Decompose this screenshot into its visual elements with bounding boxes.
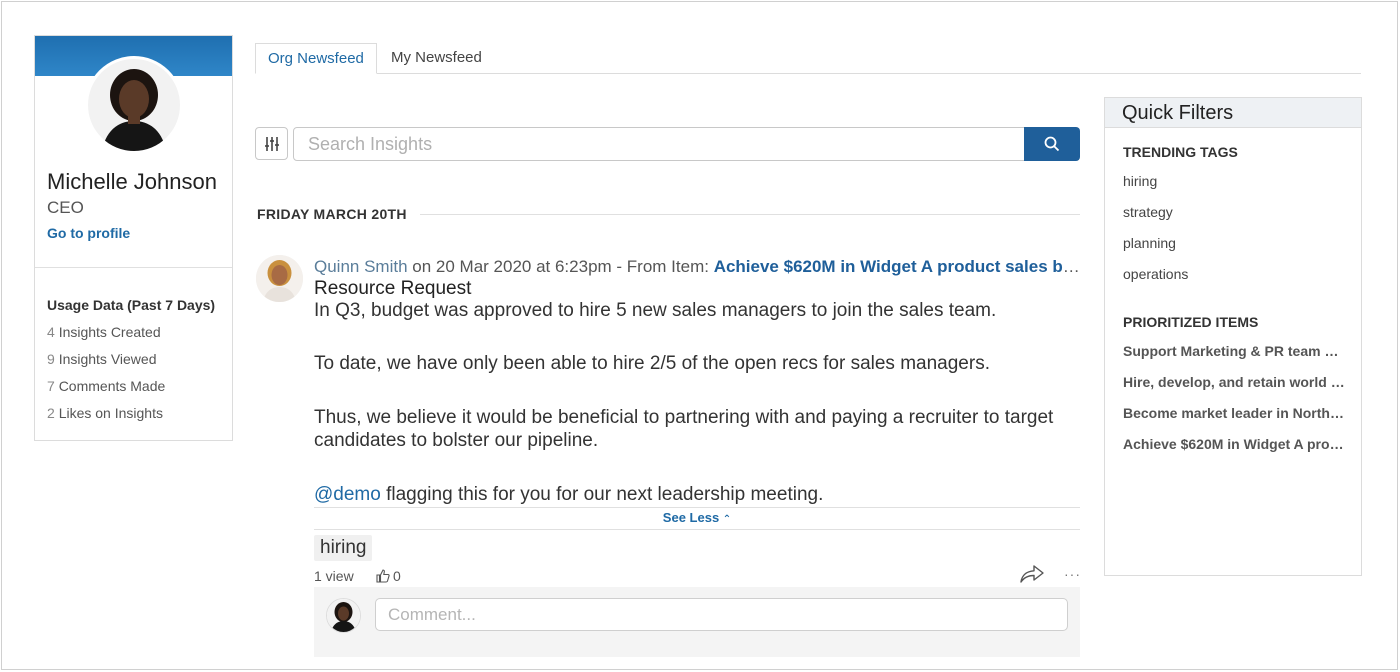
source-item-link[interactable]: Achieve $620M in Widget A product sales … [714, 257, 1080, 276]
usage-label: Insights Created [58, 324, 161, 340]
trending-tag[interactable]: strategy [1123, 204, 1345, 235]
usage-count: 7 [47, 378, 55, 394]
post-title: Resource Request [314, 278, 472, 299]
usage-count: 4 [47, 324, 55, 340]
trending-tag[interactable]: operations [1123, 266, 1345, 297]
prioritized-item[interactable]: Become market leader in North America [1123, 405, 1345, 436]
current-user-avatar [326, 598, 361, 633]
mention-text: flagging this for you for our next leade… [380, 484, 824, 505]
comment-section [314, 587, 1080, 657]
tab-my-newsfeed[interactable]: My Newsfeed [379, 43, 494, 74]
like-button[interactable]: 0 [375, 568, 401, 584]
view-count: 1 view [314, 568, 354, 584]
usage-count: 2 [47, 405, 55, 421]
usage-label: Insights Viewed [58, 351, 157, 367]
tab-org-newsfeed[interactable]: Org Newsfeed [255, 43, 377, 74]
prioritized-item[interactable]: Support Marketing & PR team efforts [1123, 343, 1345, 374]
filter-button[interactable] [255, 127, 288, 160]
usage-item: 4 Insights Created [47, 324, 165, 351]
prioritized-items-title: PRIORITIZED ITEMS [1123, 314, 1259, 330]
usage-label: Likes on Insights [58, 405, 163, 421]
divider [314, 507, 1080, 508]
divider [420, 214, 1080, 215]
prioritized-item[interactable]: Hire, develop, and retain world class ta… [1123, 374, 1345, 405]
profile-card: Michelle Johnson CEO Go to profile Usage… [34, 35, 233, 441]
divider [314, 529, 1080, 530]
usage-label: Comments Made [58, 378, 166, 394]
search-icon [1044, 136, 1060, 152]
thumbs-up-icon [376, 569, 390, 583]
post-meta: Quinn Smith on 20 Mar 2020 at 6:23pm - F… [314, 257, 1080, 277]
go-to-profile-link[interactable]: Go to profile [47, 225, 130, 241]
profile-avatar [85, 56, 183, 154]
profile-role: CEO [47, 198, 84, 217]
post-paragraph: @demo flagging this for you for our next… [314, 483, 1074, 506]
post-timestamp: on 20 Mar 2020 at 6:23pm - From Item: [407, 257, 714, 276]
date-header: FRIDAY MARCH 20TH [257, 206, 407, 222]
author-avatar[interactable] [256, 255, 303, 302]
quick-filters-panel: Quick Filters TRENDING TAGS hiring strat… [1104, 97, 1362, 576]
see-less-label: See Less [662, 510, 720, 525]
tag-chip[interactable]: hiring [314, 535, 373, 561]
usage-list: 4 Insights Created 9 Insights Viewed 7 C… [47, 324, 165, 432]
chevron-up-icon: ⌃ [722, 514, 732, 525]
mention-link[interactable]: @demo [314, 484, 381, 505]
author-link[interactable]: Quinn Smith [314, 257, 408, 276]
prioritized-items-list: Support Marketing & PR team efforts Hire… [1123, 343, 1345, 467]
trending-tags-list: hiring strategy planning operations [1123, 173, 1345, 297]
trending-tag[interactable]: planning [1123, 235, 1345, 266]
usage-item: 7 Comments Made [47, 378, 165, 405]
see-less-toggle[interactable]: See Less ⌃ [314, 510, 1080, 525]
comment-input[interactable] [375, 598, 1068, 631]
trending-tags-title: TRENDING TAGS [1123, 144, 1238, 160]
share-button[interactable] [1019, 564, 1045, 589]
like-count: 0 [393, 568, 401, 584]
search-button[interactable] [1024, 127, 1080, 161]
profile-name: Michelle Johnson [47, 169, 217, 194]
usage-item: 9 Insights Viewed [47, 351, 165, 378]
post-paragraph: To date, we have only been able to hire … [314, 353, 990, 374]
share-icon [1020, 565, 1044, 583]
divider [35, 267, 232, 268]
quick-filters-title: Quick Filters [1105, 98, 1361, 128]
usage-item: 2 Likes on Insights [47, 405, 165, 432]
newsfeed-tabs: Org Newsfeed My Newsfeed [255, 43, 1361, 74]
post-paragraph: In Q3, budget was approved to hire 5 new… [314, 300, 997, 321]
prioritized-item[interactable]: Achieve $620M in Widget A product sales [1123, 436, 1345, 467]
sliders-icon [264, 136, 279, 151]
usage-count: 9 [47, 351, 55, 367]
trending-tag[interactable]: hiring [1123, 173, 1345, 204]
usage-title: Usage Data (Past 7 Days) [47, 297, 216, 313]
post-paragraph: Thus, we believe it would be beneficial … [314, 407, 1054, 451]
search-input[interactable] [293, 127, 1026, 161]
more-options-icon[interactable]: ··· [1064, 566, 1081, 582]
